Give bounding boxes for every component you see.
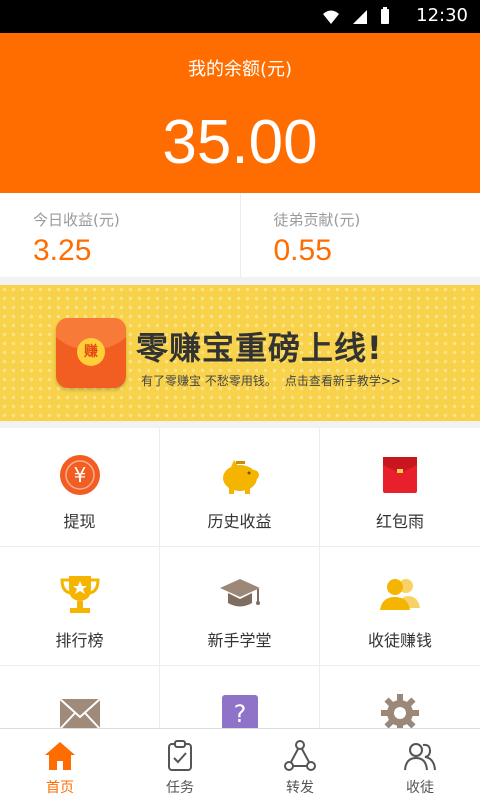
balance-title: 我的余额(元) (187, 59, 293, 80)
banner-subtitle: 有了零赚宝 不愁零用钱。 点击查看新手教学>> (141, 372, 401, 389)
red-envelope-icon (383, 457, 417, 493)
tab-label: 任务 (166, 780, 194, 796)
apprentice-contribution[interactable]: 徒弟贡献(元) 0.55 (239, 193, 480, 277)
grid-item-history-earnings[interactable]: 历史收益 (160, 428, 320, 547)
wifi-icon (323, 10, 339, 24)
graduation-cap-icon (220, 579, 260, 607)
status-time: 12:30 (416, 5, 468, 26)
envelope-seal: 赚 (77, 338, 105, 366)
status-icons (322, 7, 390, 25)
grid-item-label: 历史收益 (207, 512, 272, 531)
earnings-stats: 今日收益(元) 3.25 徒弟贡献(元) 0.55 (0, 193, 480, 277)
share-icon (284, 740, 316, 771)
users-icon (380, 579, 420, 610)
grid-item-withdraw[interactable]: ¥ 提现 (0, 428, 160, 547)
grid-item-label: 收徒赚钱 (367, 631, 432, 650)
banner-tutorial-link[interactable]: 点击查看新手教学>> (285, 374, 401, 388)
users-icon (404, 743, 436, 771)
banner-tagline: 有了零赚宝 不愁零用钱。 (141, 374, 277, 388)
tab-label: 首页 (46, 780, 74, 796)
apprentice-contribution-label: 徒弟贡献(元) (273, 211, 361, 229)
today-earnings-label: 今日收益(元) (33, 211, 120, 229)
grid-item-recruit-earn[interactable]: 收徒赚钱 (320, 547, 480, 666)
battery-icon (381, 7, 389, 24)
piggy-bank-icon (223, 460, 259, 494)
balance-header: 我的余额(元) 35.00 (0, 33, 480, 193)
bottom-tab-bar: 首页 任务 转发 收徒 (0, 728, 480, 800)
tab-label: 收徒 (406, 780, 434, 796)
today-earnings-value: 3.25 (33, 234, 92, 267)
grid-item-label: 排行榜 (55, 631, 104, 650)
today-earnings[interactable]: 今日收益(元) 3.25 (0, 193, 240, 277)
yuan-coin-icon: ¥ (60, 455, 100, 495)
clipboard-icon (168, 740, 192, 771)
grid-item-label: 新手学堂 (207, 631, 272, 650)
promo-banner[interactable]: 赚 零赚宝重磅上线! 有了零赚宝 不愁零用钱。 点击查看新手教学>> (0, 285, 480, 421)
tab-share[interactable]: 转发 (240, 729, 360, 800)
home-icon (45, 742, 75, 770)
apprentice-contribution-value: 0.55 (273, 234, 332, 267)
grid-item-label: 提现 (63, 512, 96, 531)
status-bar: 12:30 (0, 0, 480, 33)
trophy-icon (60, 576, 100, 613)
svg-text:?: ? (234, 700, 247, 728)
tab-label: 转发 (286, 780, 314, 796)
grid-item-label: 红包雨 (375, 512, 424, 531)
grid-item-leaderboard[interactable]: 排行榜 (0, 547, 160, 666)
red-envelope-logo: 赚 (56, 318, 126, 388)
balance-amount: 35.00 (162, 108, 318, 177)
tab-recruit[interactable]: 收徒 (360, 729, 480, 800)
grid-item-newbie-school[interactable]: 新手学堂 (160, 547, 320, 666)
svg-text:¥: ¥ (74, 463, 87, 487)
tab-tasks[interactable]: 任务 (120, 729, 240, 800)
tab-home[interactable]: 首页 (0, 729, 120, 800)
grid-item-red-envelope-rain[interactable]: 红包雨 (320, 428, 480, 547)
banner-headline: 零赚宝重磅上线! (136, 329, 383, 367)
signal-icon (353, 10, 367, 24)
